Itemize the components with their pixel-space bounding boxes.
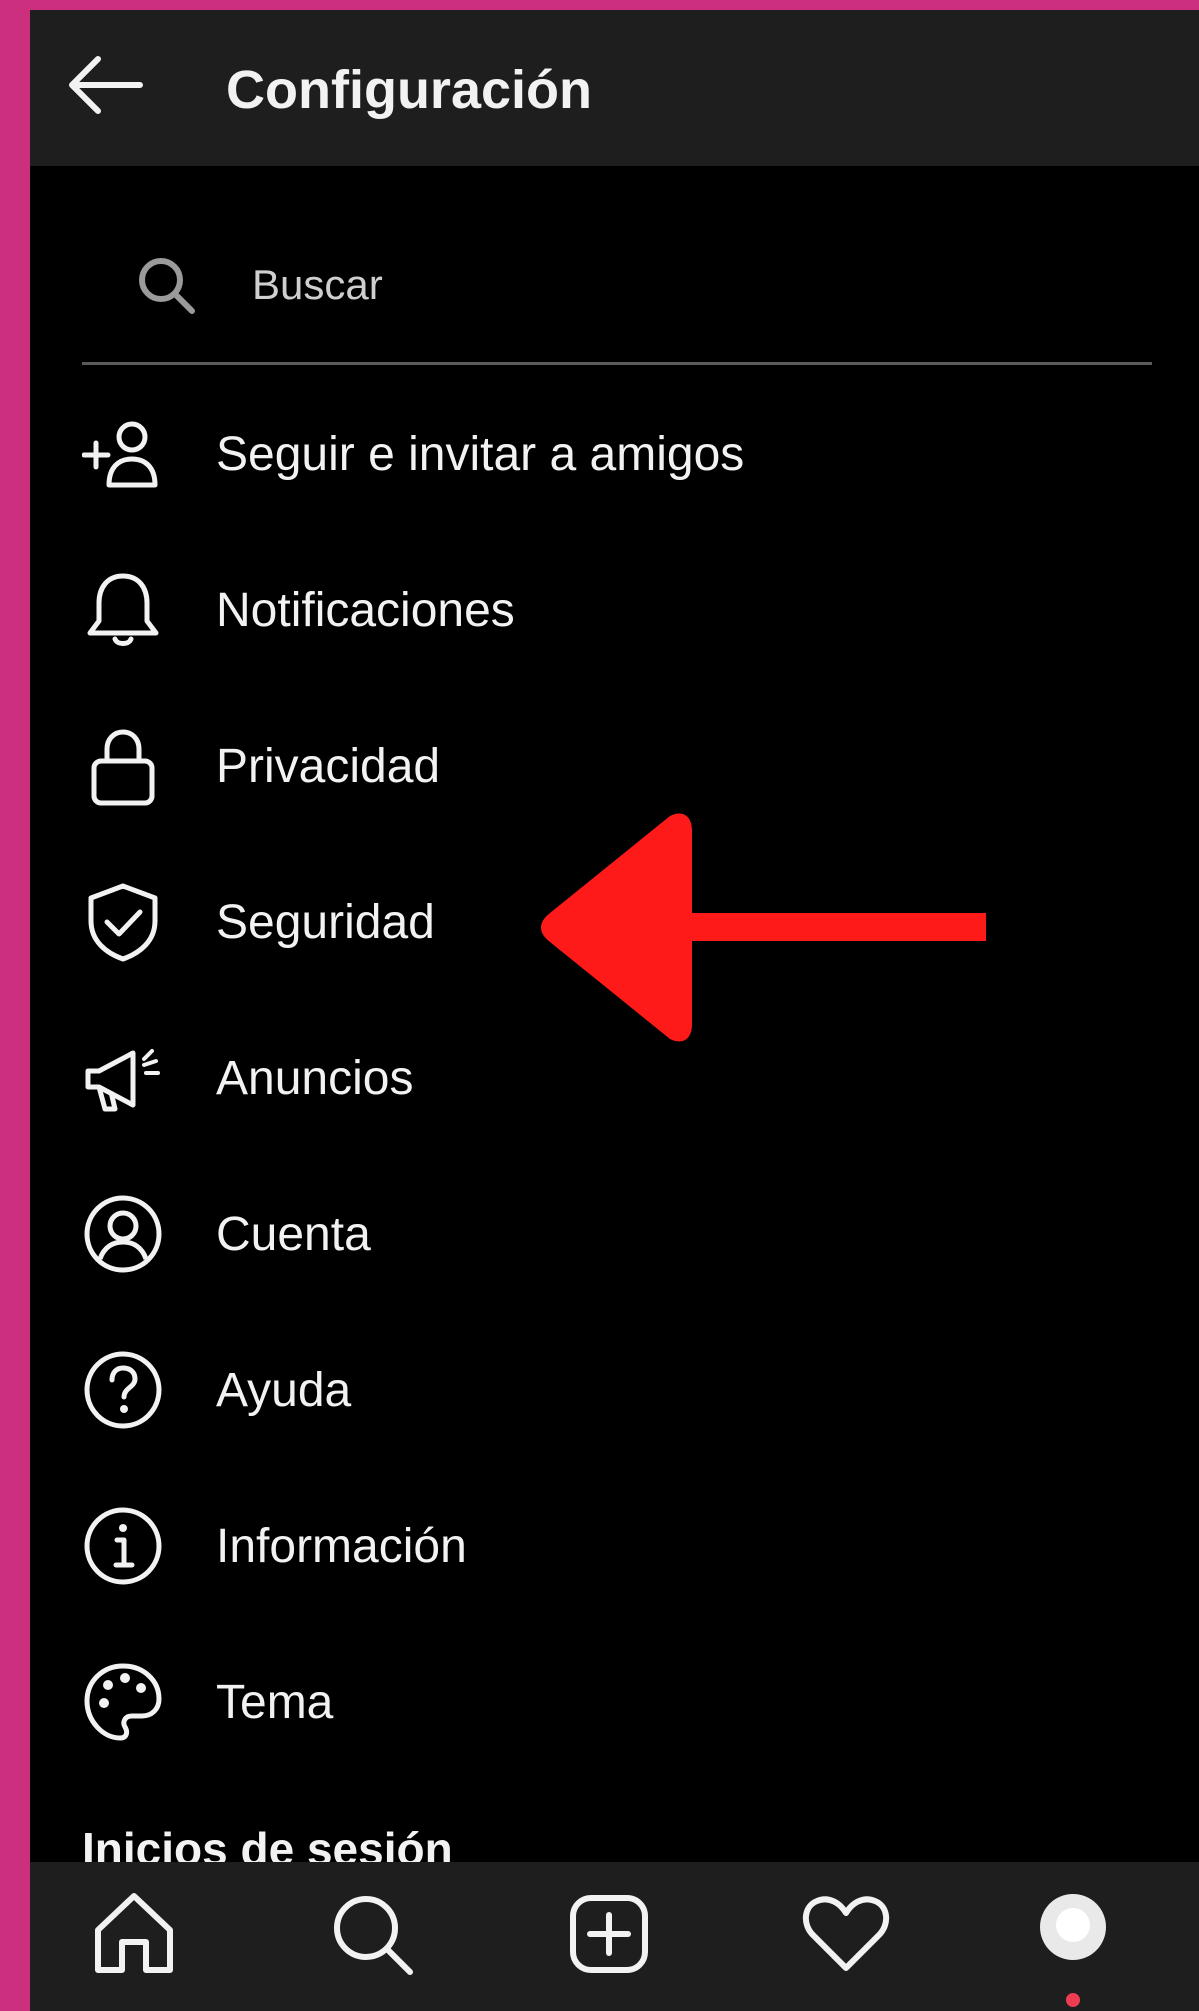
menu-item-label: Información (216, 1520, 467, 1573)
notification-dot (1066, 1993, 1080, 2007)
back-button[interactable] (64, 50, 146, 120)
lock-icon (91, 729, 155, 806)
menu-item-label: Notificaciones (216, 584, 515, 637)
menu-item-label: Tema (216, 1676, 334, 1729)
nav-search-button[interactable] (322, 1884, 422, 1984)
megaphone-icon (85, 1049, 160, 1112)
shield-check-icon (88, 883, 158, 962)
user-circle-icon (84, 1195, 162, 1273)
settings-screen: Configuración Seguir e invitar a amigos … (30, 10, 1199, 2011)
bell-icon (87, 573, 159, 646)
search-icon (139, 258, 195, 314)
nav-home-button[interactable] (84, 1884, 184, 1984)
help-circle-icon (84, 1351, 162, 1429)
palette-icon (84, 1663, 162, 1741)
menu-item-label: Anuncios (216, 1052, 414, 1105)
menu-item-help[interactable]: Ayuda (82, 1311, 1199, 1467)
create-post-icon (570, 1895, 648, 1973)
menu-item-information[interactable]: Información (82, 1467, 1199, 1623)
add-person-icon (82, 421, 158, 488)
profile-avatar[interactable] (1040, 1894, 1106, 1960)
menu-item-label: Ayuda (216, 1364, 352, 1417)
page-title: Configuración (226, 60, 592, 120)
search-input[interactable] (252, 254, 1132, 316)
top-bar: Configuración (30, 10, 1199, 166)
info-circle-icon (84, 1507, 162, 1585)
home-icon (95, 1893, 173, 1973)
menu-item-follow-invite-friends[interactable]: Seguir e invitar a amigos (82, 375, 1199, 531)
menu-item-label: Privacidad (216, 740, 441, 793)
heart-icon (803, 1896, 889, 1971)
search-bar[interactable] (82, 228, 1152, 365)
menu-item-label: Cuenta (216, 1208, 371, 1261)
menu-item-notifications[interactable]: Notificaciones (82, 531, 1199, 687)
search-icon (334, 1896, 413, 1975)
menu-item-label: Seguir e invitar a amigos (216, 428, 745, 481)
red-arrow-annotation (541, 813, 986, 1042)
avatar-silhouette (1056, 1908, 1090, 1942)
menu-item-theme[interactable]: Tema (82, 1623, 1199, 1779)
nav-activity-button[interactable] (796, 1884, 896, 1984)
bottom-navigation (30, 1862, 1199, 2011)
menu-item-label: Seguridad (216, 896, 435, 949)
menu-item-account[interactable]: Cuenta (82, 1155, 1199, 1311)
arrow-left-icon (69, 56, 143, 114)
nav-create-button[interactable] (559, 1884, 659, 1984)
